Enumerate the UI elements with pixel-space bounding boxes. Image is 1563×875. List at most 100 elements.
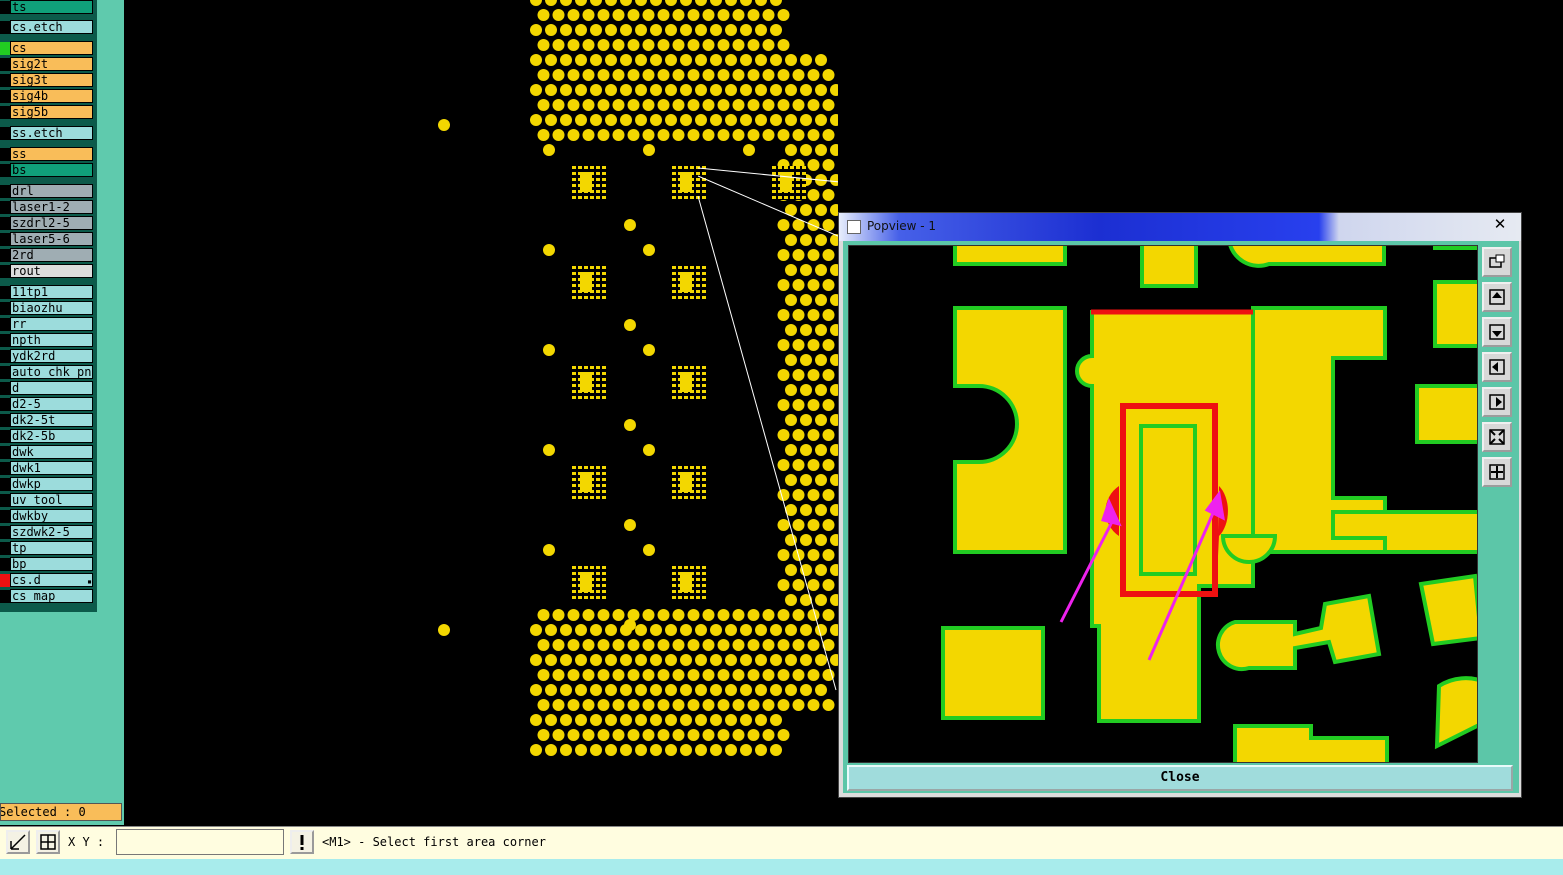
layer-indicator[interactable]: [0, 558, 10, 571]
layer-row-rout[interactable]: rout: [0, 264, 97, 278]
layer-row-ss-etch[interactable]: ss.etch: [0, 126, 97, 140]
layer-row-sig4b[interactable]: sig4b: [0, 89, 97, 103]
layer-label[interactable]: d: [10, 381, 93, 395]
layer-label[interactable]: cs.d: [10, 573, 93, 587]
layer-row-cs[interactable]: cs: [0, 41, 97, 55]
layer-label[interactable]: cs.etch: [10, 20, 93, 34]
zoom-fit-button[interactable]: [1482, 422, 1512, 452]
layer-indicator[interactable]: [0, 233, 10, 246]
layer-label[interactable]: sig5b: [10, 105, 93, 119]
layer-row-tp[interactable]: tp: [0, 541, 97, 555]
pan-down-button[interactable]: [1482, 317, 1512, 347]
layer-row-sig2t[interactable]: sig2t: [0, 57, 97, 71]
layer-indicator[interactable]: [0, 478, 10, 491]
layer-indicator[interactable]: [0, 127, 10, 140]
layer-row-cs-d[interactable]: cs.d ▪: [0, 573, 97, 587]
layer-indicator[interactable]: [0, 1, 10, 14]
layer-row-dk2-5b[interactable]: dk2-5b: [0, 429, 97, 443]
window-system-icon[interactable]: [847, 220, 861, 234]
layer-row-11tp1[interactable]: 11tp1: [0, 285, 97, 299]
layer-row-szdrl2-5[interactable]: szdrl2-5: [0, 216, 97, 230]
layer-label[interactable]: bs: [10, 163, 93, 177]
layer-label[interactable]: sig2t: [10, 57, 93, 71]
popview-titlebar[interactable]: Popview - 1 ✕: [839, 213, 1521, 241]
layer-row-ts[interactable]: ts: [0, 0, 97, 14]
layer-indicator[interactable]: [0, 164, 10, 177]
layer-row-auto-chk-pnl[interactable]: auto_chk_pnl: [0, 365, 97, 379]
popview-canvas[interactable]: [848, 245, 1478, 763]
layer-label[interactable]: szdrl2-5: [10, 216, 93, 230]
layer-indicator[interactable]: [0, 350, 10, 363]
layer-label[interactable]: d2-5: [10, 397, 93, 411]
layer-indicator[interactable]: [0, 185, 10, 198]
layer-label[interactable]: 11tp1: [10, 285, 93, 299]
layer-label[interactable]: npth: [10, 333, 93, 347]
layer-label[interactable]: uv_tool: [10, 493, 93, 507]
layer-indicator[interactable]: [0, 462, 10, 475]
layer-label[interactable]: cs: [10, 41, 93, 55]
layer-row-sig3t[interactable]: sig3t: [0, 73, 97, 87]
measure-button[interactable]: [6, 830, 30, 854]
layer-indicator[interactable]: [0, 510, 10, 523]
layer-indicator[interactable]: [0, 302, 10, 315]
popview-window[interactable]: Popview - 1 ✕ Close: [838, 212, 1522, 798]
layer-indicator[interactable]: [0, 249, 10, 262]
layer-row-cs-etch[interactable]: cs.etch: [0, 20, 97, 34]
layer-label[interactable]: ss.etch: [10, 126, 93, 140]
layer-row-biaozhu[interactable]: biaozhu: [0, 301, 97, 315]
pan-up-button[interactable]: [1482, 282, 1512, 312]
close-icon[interactable]: ✕: [1487, 215, 1513, 235]
layer-label[interactable]: ydk2rd: [10, 349, 93, 363]
layer-row-rr[interactable]: rr: [0, 317, 97, 331]
layer-row-sig5b[interactable]: sig5b: [0, 105, 97, 119]
layer-row-2rd[interactable]: 2rd: [0, 248, 97, 262]
layer-row-bp[interactable]: bp: [0, 557, 97, 571]
layer-row-ydk2rd[interactable]: ydk2rd: [0, 349, 97, 363]
layer-label[interactable]: dk2-5b: [10, 429, 93, 443]
layer-label[interactable]: sig3t: [10, 73, 93, 87]
layer-row-dwkby[interactable]: dwkby: [0, 509, 97, 523]
layer-label[interactable]: auto_chk_pnl: [10, 365, 93, 379]
layer-label[interactable]: laser1-2: [10, 200, 93, 214]
close-button[interactable]: Close: [847, 765, 1513, 791]
layer-indicator[interactable]: [0, 590, 10, 603]
layer-row-drl[interactable]: drl: [0, 184, 97, 198]
alert-button[interactable]: [290, 830, 314, 854]
layer-label[interactable]: biaozhu: [10, 301, 93, 315]
layer-label[interactable]: dk2-5t: [10, 413, 93, 427]
layer-indicator[interactable]: [0, 90, 10, 103]
layer-row-cs-map[interactable]: cs_map: [0, 589, 97, 603]
layer-row-dk2-5t[interactable]: dk2-5t: [0, 413, 97, 427]
layer-row-d2-5[interactable]: d2-5: [0, 397, 97, 411]
layer-indicator[interactable]: [0, 42, 10, 55]
layer-row-laser1-2[interactable]: laser1-2: [0, 200, 97, 214]
layer-label[interactable]: 2rd: [10, 248, 93, 262]
zoom-window-button[interactable]: [1482, 247, 1512, 277]
layer-indicator[interactable]: [0, 398, 10, 411]
layer-row-npth[interactable]: npth: [0, 333, 97, 347]
layer-indicator[interactable]: [0, 106, 10, 119]
layer-label[interactable]: dwkby: [10, 509, 93, 523]
xy-input[interactable]: [116, 829, 284, 855]
layer-indicator[interactable]: [0, 430, 10, 443]
layer-indicator[interactable]: [0, 148, 10, 161]
layer-indicator[interactable]: [0, 446, 10, 459]
layer-row-dwk[interactable]: dwk: [0, 445, 97, 459]
layer-indicator[interactable]: [0, 366, 10, 379]
layer-label[interactable]: ss: [10, 147, 93, 161]
layer-indicator[interactable]: [0, 574, 10, 587]
layer-row-dwk1[interactable]: dwk1: [0, 461, 97, 475]
layer-indicator[interactable]: [0, 494, 10, 507]
layer-row-uv-tool[interactable]: uv_tool: [0, 493, 97, 507]
grid-button[interactable]: [36, 830, 60, 854]
layer-label[interactable]: rr: [10, 317, 93, 331]
layer-indicator[interactable]: [0, 526, 10, 539]
layer-indicator[interactable]: [0, 201, 10, 214]
layer-indicator[interactable]: [0, 265, 10, 278]
layer-indicator[interactable]: [0, 217, 10, 230]
layer-row-d[interactable]: d: [0, 381, 97, 395]
layer-label[interactable]: drl: [10, 184, 93, 198]
layer-row-ss[interactable]: ss: [0, 147, 97, 161]
layer-indicator[interactable]: [0, 286, 10, 299]
layer-indicator[interactable]: [0, 414, 10, 427]
